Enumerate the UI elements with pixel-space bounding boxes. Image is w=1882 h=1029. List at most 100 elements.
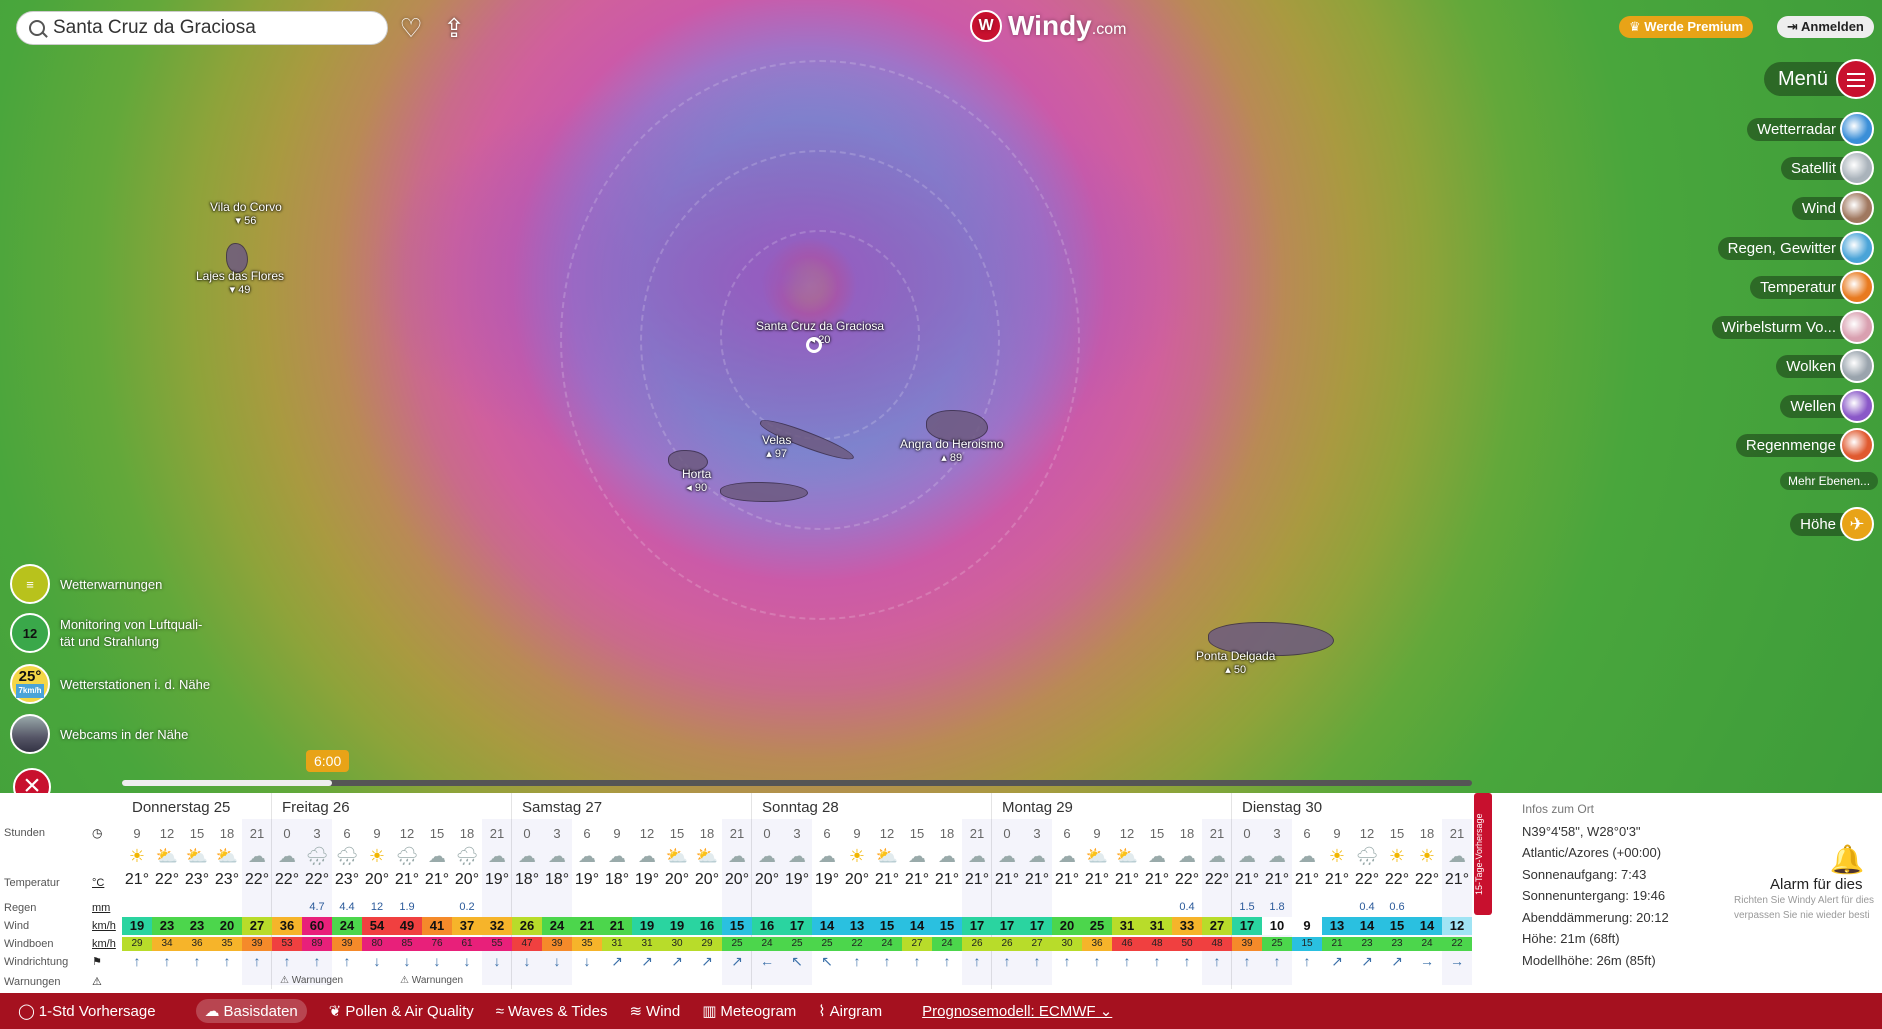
layer-item[interactable]: Regenmenge <box>1735 428 1874 462</box>
wind-cell: 20 <box>212 917 242 935</box>
layer-item[interactable]: Satellit <box>1780 151 1874 185</box>
menu-button[interactable]: Menü <box>1764 59 1877 99</box>
hour-cell[interactable]: 15 <box>182 826 212 841</box>
wind-unit[interactable]: km/h <box>92 920 116 932</box>
layer-item[interactable]: Wetterradar <box>1747 112 1874 146</box>
place-label[interactable]: Horta ◂ 90 <box>682 467 711 494</box>
weather-stations-item[interactable]: 25° 7km/h Wetterstationen i. d. Nähe <box>10 664 210 704</box>
gust-unit[interactable]: km/h <box>92 938 116 950</box>
hour-cell[interactable]: 18 <box>1412 826 1442 841</box>
air-quality-item[interactable]: 12 Monitoring von Luftquali-tät und Stra… <box>10 613 202 653</box>
gust-cell: 76 <box>422 937 452 951</box>
hour-cell[interactable]: 9 <box>122 826 152 841</box>
layer-item[interactable]: Temperatur <box>1750 270 1874 304</box>
hour-cell[interactable]: 3 <box>1022 826 1052 841</box>
model-selector[interactable]: Prognosemodell: ECMWF ⌄ <box>922 1002 1112 1020</box>
hour-cell[interactable]: 3 <box>302 826 332 841</box>
favorite-heart-icon[interactable]: ♡ <box>395 12 427 44</box>
hour-cell[interactable]: 9 <box>602 826 632 841</box>
hour-cell[interactable]: 18 <box>692 826 722 841</box>
hour-cell[interactable]: 12 <box>1352 826 1382 841</box>
hour-cell[interactable]: 6 <box>1292 826 1322 841</box>
layer-altitude[interactable]: Höhe ✈ <box>1790 507 1874 541</box>
tab-airgram[interactable]: ⌇ Airgram <box>818 1002 882 1020</box>
wind-cell: 10 <box>1262 917 1292 935</box>
hourly-forecast-toggle[interactable]: ◯ 1-Std Vorhersage <box>18 1002 156 1020</box>
hour-cell[interactable]: 21 <box>1442 826 1472 841</box>
hour-cell[interactable]: 21 <box>962 826 992 841</box>
timeline-slider[interactable] <box>122 780 1472 786</box>
hour-cell[interactable]: 3 <box>1262 826 1292 841</box>
hour-cell[interactable]: 3 <box>542 826 572 841</box>
location-marker-icon[interactable] <box>806 337 822 353</box>
hour-cell[interactable]: 0 <box>272 826 302 841</box>
place-label[interactable]: Angra do Heroismo ▴ 89 <box>900 437 1003 464</box>
tab-wind[interactable]: ≋ Wind <box>629 1002 680 1020</box>
tab-waves[interactable]: ≈ Waves & Tides <box>496 1003 608 1020</box>
tab-basisdaten[interactable]: ☁ Basisdaten <box>195 999 307 1023</box>
search-box[interactable] <box>16 11 388 45</box>
hour-cell[interactable]: 21 <box>722 826 752 841</box>
hour-cell[interactable]: 15 <box>662 826 692 841</box>
hour-cell[interactable]: 21 <box>1202 826 1232 841</box>
more-layers-link[interactable]: Mehr Ebenen... <box>1780 472 1879 490</box>
hour-cell[interactable]: 18 <box>932 826 962 841</box>
share-upload-icon[interactable]: ⇪ <box>438 12 470 44</box>
hour-cell[interactable]: 21 <box>482 826 512 841</box>
place-label[interactable]: Ponta Delgada ▴ 50 <box>1196 649 1275 676</box>
gust-cell: 29 <box>122 937 152 951</box>
hour-cell[interactable]: 15 <box>902 826 932 841</box>
time-bubble[interactable]: 6:00 <box>306 750 350 772</box>
place-label[interactable]: Lajes das Flores ▾ 49 <box>196 269 284 296</box>
login-button[interactable]: ⇥ Anmelden <box>1777 16 1874 38</box>
layer-item[interactable]: Wind <box>1791 191 1874 225</box>
search-input[interactable] <box>53 17 353 39</box>
layer-item[interactable]: Wirbelsturm Vo... <box>1711 310 1874 344</box>
hour-cell[interactable]: 9 <box>1322 826 1352 841</box>
webcams-item[interactable]: Webcams in der Nähe <box>10 714 188 754</box>
hour-cell[interactable]: 9 <box>1082 826 1112 841</box>
place-label[interactable]: Vila do Corvo ▾ 56 <box>210 200 282 227</box>
hour-cell[interactable]: 18 <box>452 826 482 841</box>
wind-cell: 41 <box>422 917 452 935</box>
wind-direction-icon: ↑ <box>1033 953 1041 969</box>
rain-unit[interactable]: mm <box>92 902 110 914</box>
hour-cell[interactable]: 21 <box>242 826 272 841</box>
hour-cell[interactable]: 6 <box>1052 826 1082 841</box>
windy-logo[interactable]: W Windy .com <box>970 10 1126 42</box>
hour-cell[interactable]: 0 <box>1232 826 1262 841</box>
place-label[interactable]: Velas ▴ 97 <box>762 433 791 460</box>
warning-label[interactable]: ⚠ Warnungen <box>400 975 463 986</box>
premium-button[interactable]: ♛ Werde Premium <box>1619 16 1754 38</box>
layer-item[interactable]: Wolken <box>1776 349 1874 383</box>
hour-cell[interactable]: 15 <box>422 826 452 841</box>
hour-cell[interactable]: 15 <box>1142 826 1172 841</box>
hour-cell[interactable]: 18 <box>212 826 242 841</box>
hour-cell[interactable]: 0 <box>512 826 542 841</box>
hour-cell[interactable]: 12 <box>392 826 422 841</box>
15-day-forecast-tab[interactable]: 15-Tage-Vorhersage <box>1474 793 1492 915</box>
hour-cell[interactable]: 9 <box>362 826 392 841</box>
hour-cell[interactable]: 9 <box>842 826 872 841</box>
hour-cell[interactable]: 12 <box>1112 826 1142 841</box>
hour-cell[interactable]: 6 <box>572 826 602 841</box>
weather-warnings-item[interactable]: ≡ Wetterwarnungen <box>10 564 162 604</box>
hour-cell[interactable]: 0 <box>752 826 782 841</box>
hour-cell[interactable]: 18 <box>1172 826 1202 841</box>
hour-cell[interactable]: 12 <box>872 826 902 841</box>
hour-cell[interactable]: 0 <box>992 826 1022 841</box>
hour-cell[interactable]: 12 <box>152 826 182 841</box>
tab-pollen[interactable]: ❦ Pollen & Air Quality <box>329 1002 474 1020</box>
hour-cell[interactable]: 6 <box>332 826 362 841</box>
hour-cell[interactable]: 12 <box>632 826 662 841</box>
layer-item[interactable]: Wellen <box>1780 389 1874 423</box>
temp-unit[interactable]: °C <box>92 877 104 889</box>
warning-label[interactable]: ⚠ Warnungen <box>280 975 343 986</box>
weather-map[interactable]: Vila do Corvo ▾ 56 Lajes das Flores ▾ 49 S… <box>0 0 1882 793</box>
hour-cell[interactable]: 3 <box>782 826 812 841</box>
layer-item[interactable]: Regen, Gewitter <box>1717 231 1874 265</box>
alarm-section[interactable]: 🔔 Alarm für dies Richten Sie Windy Alert… <box>1722 843 1882 923</box>
hour-cell[interactable]: 6 <box>812 826 842 841</box>
tab-meteogram[interactable]: ▥ Meteogram <box>702 1002 796 1020</box>
hour-cell[interactable]: 15 <box>1382 826 1412 841</box>
